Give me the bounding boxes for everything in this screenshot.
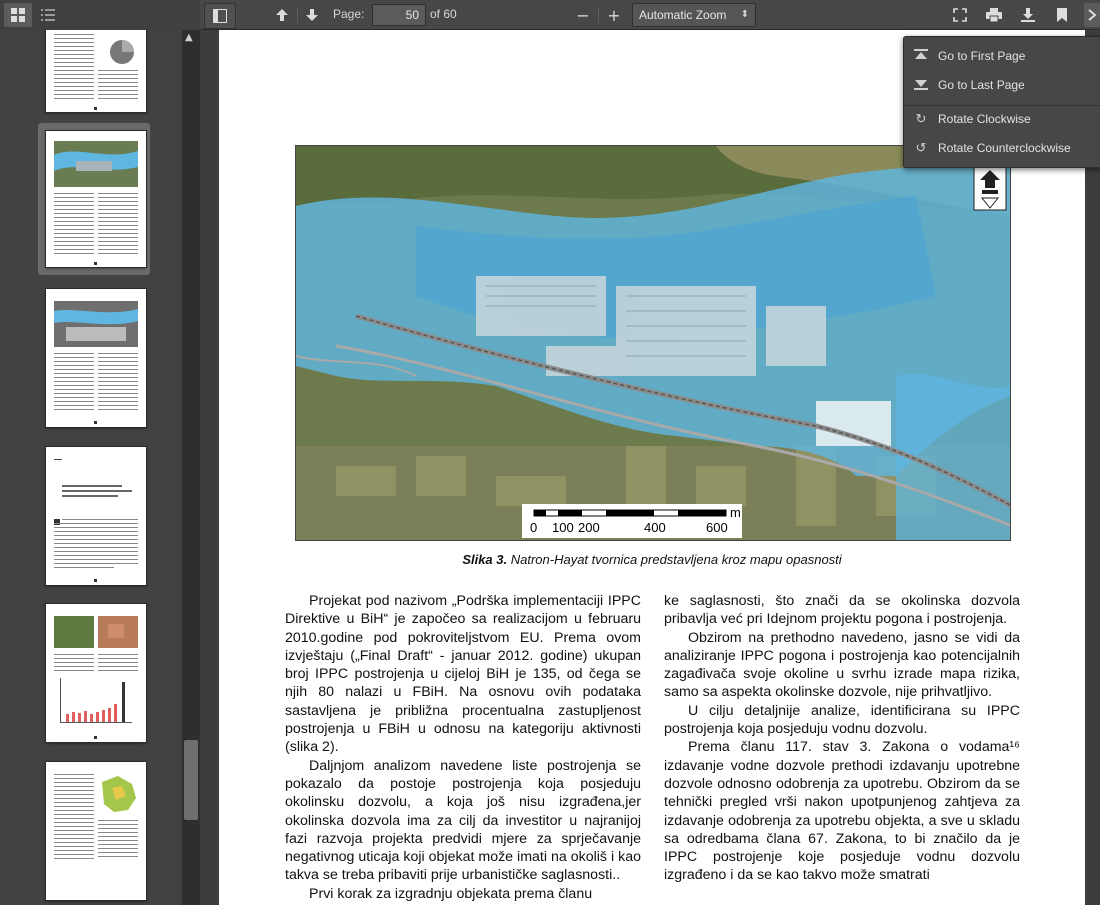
arrow-up-icon xyxy=(276,9,288,21)
bookmark-button[interactable] xyxy=(1050,3,1074,27)
zoom-select-value: Automatic Zoom xyxy=(639,8,727,22)
sidebar-toggle-button[interactable] xyxy=(204,3,236,29)
chevron-right-icon xyxy=(1088,9,1097,21)
tools-button[interactable] xyxy=(1084,3,1100,27)
print-icon xyxy=(986,8,1002,22)
toolbar-separator xyxy=(297,7,298,23)
paragraph: Prvi korak za izgradnju objekata prema č… xyxy=(309,885,593,902)
thumbnail-list xyxy=(0,30,182,905)
thumbnail-content xyxy=(54,616,138,739)
zoom-in-button[interactable]: + xyxy=(603,3,625,27)
bookmark-icon xyxy=(1057,8,1067,22)
paragraph: Projekat pod nazivom „Podrška implementa… xyxy=(285,593,641,756)
page-thumbnail[interactable] xyxy=(46,604,146,742)
toolbar: Page: 50 of 60 − + Automatic Zoom ⬍ xyxy=(0,0,1100,30)
thumbnail-sidebar: ▲ xyxy=(0,30,200,905)
scale-label: 600 xyxy=(706,520,728,535)
fullscreen-icon xyxy=(953,8,967,22)
page-number-input[interactable]: 50 xyxy=(372,4,426,26)
menu-item-label: Rotate Counterclockwise xyxy=(938,141,1071,155)
print-button[interactable] xyxy=(982,3,1006,27)
minus-icon: − xyxy=(576,5,590,25)
map-graphic: m 0 100 200 400 600 xyxy=(296,146,1010,540)
sidebar-scrollbar[interactable]: ▲ xyxy=(182,30,200,905)
last-page-menu-item[interactable]: Go to Last Page xyxy=(904,71,1100,99)
zoom-select[interactable]: Automatic Zoom ⬍ xyxy=(632,3,756,27)
arrow-down-icon xyxy=(306,9,318,21)
rotate-counterclockwise-menu-item[interactable]: ↺ Rotate Counterclockwise xyxy=(904,134,1100,162)
download-icon xyxy=(1021,8,1035,22)
flood-hazard-map-image: m 0 100 200 400 600 xyxy=(295,145,1011,541)
sidebar-toggle-icon xyxy=(213,9,227,23)
scale-label: 0 xyxy=(530,520,537,535)
paragraph: Prema članu 117. stav 3. Zakona o vodama… xyxy=(664,739,1020,884)
caption-text: Natron-Hayat tvornica predstavljena kroz… xyxy=(507,552,842,567)
scroll-up-icon[interactable]: ▲ xyxy=(185,32,193,43)
download-button[interactable] xyxy=(1016,3,1040,27)
rotate-cw-icon: ↻ xyxy=(915,111,927,126)
menu-item-label: Go to First Page xyxy=(938,49,1026,63)
page-thumbnail-selected[interactable] xyxy=(46,131,146,267)
page-thumbnail[interactable] xyxy=(46,447,146,585)
next-page-button[interactable] xyxy=(300,3,324,27)
paragraph: Daljnjom analizom navedene liste postroj… xyxy=(285,757,641,884)
paragraph: U cilju detaljnije analize, identificira… xyxy=(664,702,1020,738)
last-page-icon xyxy=(904,78,938,93)
grid-icon xyxy=(11,8,25,22)
scrollbar-thumb[interactable] xyxy=(184,740,198,820)
thumbnail-view-button[interactable] xyxy=(4,3,32,27)
toolbar-separator xyxy=(598,7,599,23)
outline-view-button[interactable] xyxy=(34,3,62,27)
thumbnail-content xyxy=(54,301,138,424)
presentation-mode-button[interactable] xyxy=(948,3,972,27)
text-column-right: ke saglasnosti, što znači da se okolinsk… xyxy=(664,592,1020,885)
scale-label: 400 xyxy=(644,520,666,535)
first-page-icon xyxy=(904,48,938,64)
text-column-left: Projekat pod nazivom „Podrška implementa… xyxy=(285,592,641,903)
select-caret-icon: ⬍ xyxy=(740,9,749,20)
secondary-toolbar-menu: Go to First Page Go to Last Page ↻ Rotat… xyxy=(903,36,1100,168)
scale-unit: m xyxy=(730,505,741,520)
menu-item-label: Rotate Clockwise xyxy=(938,112,1031,126)
rotate-clockwise-menu-item[interactable]: ↻ Rotate Clockwise xyxy=(904,105,1100,133)
menu-item-label: Go to Last Page xyxy=(938,78,1025,92)
first-page-menu-item[interactable]: Go to First Page xyxy=(904,42,1100,70)
page-thumbnail[interactable] xyxy=(46,30,146,112)
thumbnail-content xyxy=(54,774,138,859)
page-thumbnail[interactable] xyxy=(46,289,146,427)
thumbnail-content xyxy=(54,459,138,582)
paragraph: ke saglasnosti, što znači da se okolinsk… xyxy=(664,593,1020,628)
thumbnail-content xyxy=(54,34,138,110)
page-count: of 60 xyxy=(430,7,457,21)
page-label: Page: xyxy=(333,7,365,21)
list-icon xyxy=(41,9,55,21)
plus-icon: + xyxy=(607,5,621,25)
sidebar-toolbar xyxy=(0,0,200,30)
scale-label: 200 xyxy=(578,520,600,535)
previous-page-button[interactable] xyxy=(270,3,294,27)
paragraph: Obzirom na prethodno navedeno, jasno se … xyxy=(664,629,1020,701)
zoom-out-button[interactable]: − xyxy=(572,3,594,27)
page-thumbnail[interactable] xyxy=(46,762,146,900)
caption-label: Slika 3. xyxy=(462,552,508,567)
rotate-ccw-icon: ↺ xyxy=(915,140,927,155)
thumbnail-content xyxy=(54,141,138,265)
figure-caption: Slika 3. Natron-Hayat tvornica predstavl… xyxy=(219,552,1085,567)
scale-label: 100 xyxy=(552,520,574,535)
